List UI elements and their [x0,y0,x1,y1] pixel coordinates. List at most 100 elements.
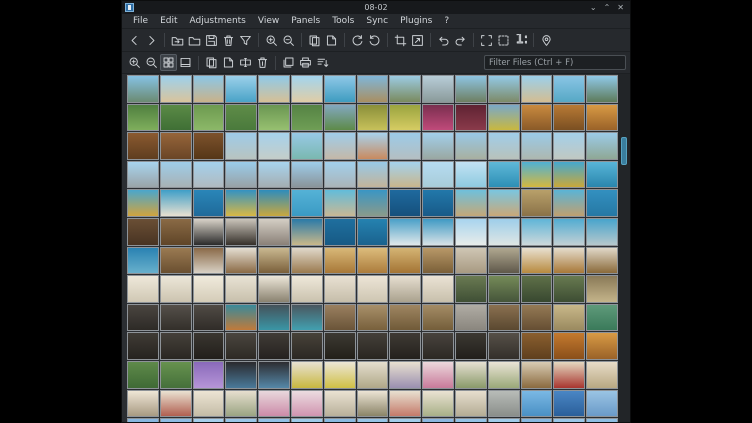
thumbnail[interactable] [389,218,421,246]
thumbnail[interactable] [422,247,454,275]
paste-button[interactable] [323,32,340,49]
thumbnail[interactable] [258,132,290,160]
thumbnail[interactable] [357,418,389,422]
thumbnail[interactable] [357,332,389,360]
thumbnail[interactable] [586,332,618,360]
thumbnail[interactable] [488,218,520,246]
thumbnail[interactable] [488,390,520,418]
thumbnail[interactable] [586,218,618,246]
copy-button[interactable] [306,32,323,49]
thumbnail[interactable] [553,161,585,189]
thumbnail[interactable] [291,247,323,275]
menu-item-plugins[interactable]: Plugins [394,14,438,29]
menu-item-file[interactable]: File [127,14,154,29]
thumbnail[interactable] [553,132,585,160]
thumbnail[interactable] [488,361,520,389]
thumbnail[interactable] [324,189,356,217]
save-button[interactable] [203,32,220,49]
thumbnail[interactable] [225,304,257,332]
thumbnail[interactable] [160,218,192,246]
thumbnail[interactable] [193,75,225,103]
thumbnail[interactable] [455,304,487,332]
menu-item-panels[interactable]: Panels [285,14,326,29]
thumbnail[interactable] [422,390,454,418]
thumbnail[interactable] [324,218,356,246]
thumbnail[interactable] [521,390,553,418]
thumbnail[interactable] [586,304,618,332]
thumbnail[interactable] [193,189,225,217]
thumbnail[interactable] [127,275,159,303]
thumbnail[interactable] [586,75,618,103]
menu-item-view[interactable]: View [252,14,285,29]
thumbnail[interactable] [521,418,553,422]
thumbnail[interactable] [291,275,323,303]
thumbnail[interactable] [225,189,257,217]
thumbnail[interactable] [193,247,225,275]
thumbnail[interactable] [488,132,520,160]
menu-item-tools[interactable]: Tools [326,14,360,29]
thumbnail[interactable] [193,332,225,360]
thumbnail[interactable] [258,218,290,246]
thumbnail[interactable] [193,104,225,132]
thumbnail[interactable] [291,132,323,160]
thumbnail[interactable] [193,390,225,418]
thumbnail[interactable] [324,132,356,160]
scrollbar-thumb[interactable] [621,137,627,165]
thumbnail[interactable] [127,361,159,389]
trash-button[interactable] [220,32,237,49]
thumbnail[interactable] [389,418,421,422]
menu-item-sync[interactable]: Sync [360,14,394,29]
thumbnail[interactable] [553,104,585,132]
print-button[interactable] [297,54,314,71]
thumbnail[interactable] [160,275,192,303]
prev-button[interactable] [126,32,143,49]
thumbnail[interactable] [324,332,356,360]
close-button[interactable]: ✕ [617,1,624,14]
thumbnail[interactable] [488,275,520,303]
thumbnail[interactable] [389,247,421,275]
rename-button[interactable] [237,54,254,71]
fullscreen-button[interactable] [478,32,495,49]
thumbnail[interactable] [357,75,389,103]
thumbnail[interactable] [225,332,257,360]
zoom-in-button[interactable] [263,32,280,49]
thumbnail[interactable] [127,390,159,418]
maximize-button[interactable]: ⌃ [604,1,611,14]
thumbnail[interactable] [258,304,290,332]
thumbnail[interactable] [422,104,454,132]
location-button[interactable] [538,32,555,49]
thumbnail[interactable] [455,189,487,217]
thumbnail[interactable] [586,390,618,418]
thumbnail[interactable] [357,390,389,418]
thumbnail[interactable] [521,218,553,246]
thumbnail[interactable] [422,304,454,332]
menu-item-adjustments[interactable]: Adjustments [184,14,252,29]
thumbnail[interactable] [389,275,421,303]
thumbnail[interactable] [553,75,585,103]
open-file-button[interactable] [169,32,186,49]
thumbnail[interactable] [160,332,192,360]
thumbnail[interactable] [389,361,421,389]
rotate-ccw-button[interactable] [349,32,366,49]
thumbnail[interactable] [193,361,225,389]
thumbnail[interactable] [225,390,257,418]
thumbnail[interactable] [324,247,356,275]
grid-view-button[interactable] [160,54,177,71]
single-view-button[interactable] [177,54,194,71]
thumbnail[interactable] [455,332,487,360]
thumbnail[interactable] [258,361,290,389]
batch-button[interactable] [280,54,297,71]
thumbnail[interactable] [193,275,225,303]
thumbnail[interactable] [193,218,225,246]
thumbnail[interactable] [422,218,454,246]
thumbnail[interactable] [127,75,159,103]
thumbnail[interactable] [291,332,323,360]
thumbnail[interactable] [389,304,421,332]
thumbnail[interactable] [291,189,323,217]
thumbnail[interactable] [127,247,159,275]
thumbnail[interactable] [324,361,356,389]
thumbnail[interactable] [324,275,356,303]
thumbnail[interactable] [521,132,553,160]
thumbnail[interactable] [553,418,585,422]
thumbnail[interactable] [455,75,487,103]
